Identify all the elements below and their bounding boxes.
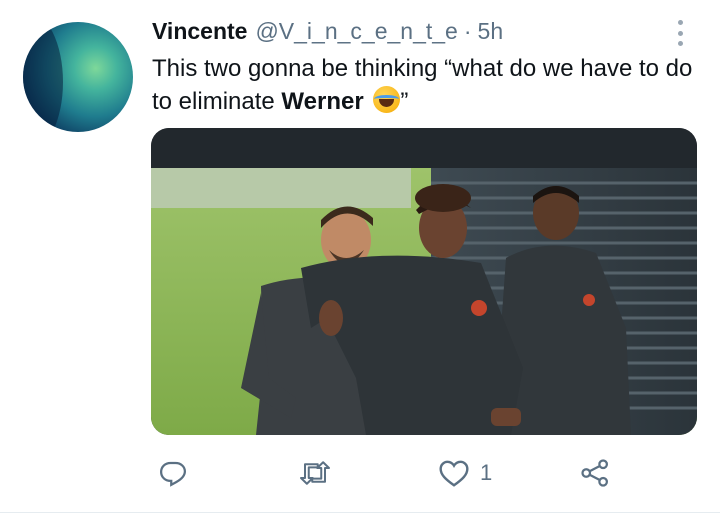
tweet-text-bold[interactable]: Werner — [281, 88, 363, 115]
retweet-icon — [300, 461, 330, 485]
divider — [0, 512, 720, 513]
retweet-button[interactable] — [298, 458, 332, 488]
photo-football-players — [151, 128, 697, 435]
laughing-emoji-icon — [373, 86, 401, 113]
more-options-icon[interactable] — [672, 20, 688, 46]
author-handle[interactable]: @V_i_n_c_e_n_t_e — [255, 18, 457, 45]
heart-icon — [439, 460, 469, 487]
author-name[interactable]: Vincente — [152, 18, 247, 45]
separator-dot: · — [463, 18, 472, 44]
tweet-text: This two gonna be thinking “what do we h… — [152, 52, 697, 118]
like-count: 1 — [480, 460, 493, 485]
reply-icon — [159, 461, 187, 487]
tweet-timestamp[interactable]: 5h — [478, 18, 504, 45]
like-button[interactable]: 1 — [438, 458, 492, 488]
tweet-header: Vincente @V_i_n_c_e_n_t_e · 5h — [152, 18, 672, 50]
share-icon — [581, 459, 608, 487]
tweet-photo[interactable] — [151, 128, 697, 435]
tweet-text-part2: ” — [400, 88, 409, 115]
avatar[interactable] — [23, 22, 133, 132]
share-button[interactable] — [580, 458, 610, 488]
tweet-text-part1: This two gonna be thinking “what do we h… — [152, 55, 693, 115]
reply-button[interactable] — [158, 458, 188, 488]
tweet-actions: 1 — [0, 450, 720, 500]
